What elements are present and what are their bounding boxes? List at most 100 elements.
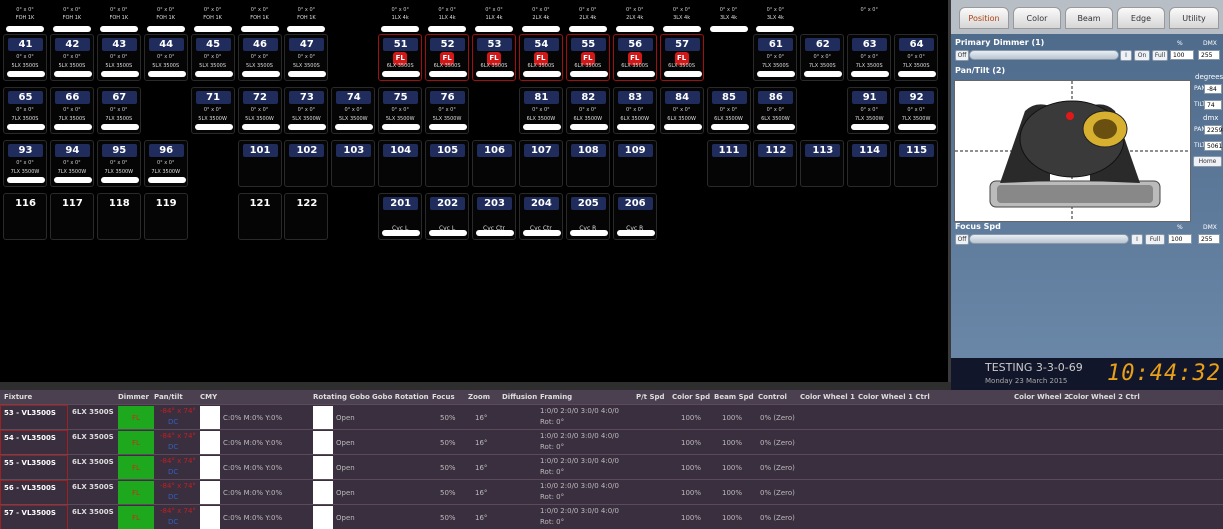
column-header-color-wheel-1[interactable]: Color Wheel 1 <box>800 393 855 401</box>
channel-top-cell[interactable]: 0° x 0° FOH 1K <box>97 3 141 33</box>
channel-cell-91[interactable]: 91 0° x 0° 7LX 3500W <box>847 87 892 134</box>
channel-top-cell[interactable]: 0° x 0° FOH 1K <box>238 3 282 33</box>
column-header-color-wheel-2[interactable]: Color Wheel 2 <box>1014 393 1069 401</box>
channel-cell-205[interactable]: 205 Cyc R <box>565 193 610 240</box>
channel-cell-62[interactable]: 62 0° x 0° 7LX 3500S <box>800 34 845 81</box>
column-header-beam-spd[interactable]: Beam Spd <box>714 393 754 401</box>
tilt-degree-input[interactable]: 74 <box>1204 100 1222 110</box>
channel-top-cell[interactable]: 0° x 0° 2LX 4k <box>613 3 657 33</box>
channel-cell-206[interactable]: 206 Cyc R <box>612 193 657 240</box>
dimmer-on-button[interactable]: On <box>1134 50 1150 61</box>
channel-cell-64[interactable]: 64 0° x 0° 7LX 3500S <box>894 34 939 81</box>
channel-cell-112[interactable]: 112 <box>753 140 798 187</box>
column-header-color-wheel-1-ctrl[interactable]: Color Wheel 1 Ctrl <box>858 393 930 401</box>
channel-cell-108[interactable]: 108 <box>565 140 610 187</box>
channel-cell-109[interactable]: 109 <box>612 140 657 187</box>
tab-utility[interactable]: Utility <box>1169 7 1219 29</box>
channel-cell-63[interactable]: 63 0° x 0° 7LX 3500S <box>847 34 892 81</box>
focus-full-button[interactable]: Full <box>1145 234 1165 245</box>
channel-cell-72[interactable]: 72 0° x 0° 5LX 3500W <box>237 87 282 134</box>
channel-cell-74[interactable]: 74 0° x 0° 5LX 3500W <box>331 87 376 134</box>
channel-cell-202[interactable]: 202 Cyc L <box>425 193 470 240</box>
channel-cell-41[interactable]: 41 0° x 0° 5LX 3500S <box>3 34 47 81</box>
column-header-color-spd[interactable]: Color Spd <box>672 393 710 401</box>
pantilt-cursor[interactable] <box>1066 112 1074 120</box>
column-header-dimmer[interactable]: Dimmer <box>118 393 149 401</box>
table-row[interactable]: 56 - VL3500S 6LX 3500S FL -84° x 74° DC C:0% … <box>0 479 1223 506</box>
channel-cell-76[interactable]: 76 0° x 0° 5LX 3500W <box>425 87 470 134</box>
channel-top-cell[interactable]: 0° x 0° <box>847 3 891 33</box>
dimmer-dmx-input[interactable]: 255 <box>1198 50 1220 60</box>
channel-cell-116[interactable]: 116 <box>3 193 47 240</box>
channel-cell-102[interactable]: 102 <box>284 140 329 187</box>
channel-cell-103[interactable]: 103 <box>331 140 376 187</box>
channel-top-cell[interactable]: 0° x 0° FOH 1K <box>3 3 47 33</box>
tab-position[interactable]: Position <box>959 7 1009 29</box>
channel-cell-51[interactable]: 51 FL DC 6LX 3500S <box>378 34 423 81</box>
channel-top-cell[interactable]: 0° x 0° FOH 1K <box>191 3 235 33</box>
tilt-dmx-input[interactable]: 50611 <box>1204 141 1223 151</box>
column-header-focus[interactable]: Focus <box>432 393 455 401</box>
column-header-color-wheel-2-ctrl[interactable]: Color Wheel 2 Ctrl <box>1068 393 1140 401</box>
channel-top-cell[interactable]: 0° x 0° FOH 1K <box>50 3 94 33</box>
channel-cell-93[interactable]: 93 0° x 0° 7LX 3500W <box>3 140 47 187</box>
channel-cell-201[interactable]: 201 Cyc L <box>378 193 423 240</box>
channel-cell-118[interactable]: 118 <box>96 193 141 240</box>
channel-cell-117[interactable]: 117 <box>49 193 94 240</box>
column-header-diffusion[interactable]: Diffusion <box>502 393 537 401</box>
channel-top-cell[interactable]: 0° x 0° 3LX 4k <box>753 3 797 33</box>
dimmer-slider[interactable] <box>969 50 1119 60</box>
channel-cell-119[interactable]: 119 <box>143 193 188 240</box>
channel-cell-47[interactable]: 47 0° x 0° 5LX 3500S <box>284 34 329 81</box>
column-header-zoom[interactable]: Zoom <box>468 393 490 401</box>
channel-cell-105[interactable]: 105 <box>425 140 470 187</box>
column-header-fixture[interactable]: Fixture <box>4 393 32 401</box>
channel-cell-96[interactable]: 96 0° x 0° 7LX 3500W <box>143 140 188 187</box>
channel-cell-42[interactable]: 42 0° x 0° 5LX 3500S <box>49 34 94 81</box>
dimmer-off-button[interactable]: Off <box>955 50 969 61</box>
channel-cell-113[interactable]: 113 <box>800 140 845 187</box>
channel-cell-121[interactable]: 121 <box>237 193 282 240</box>
focus-off-button[interactable]: Off <box>955 234 969 245</box>
channel-cell-111[interactable]: 111 <box>706 140 751 187</box>
channel-cell-85[interactable]: 85 0° x 0° 6LX 3500W <box>706 87 751 134</box>
channel-cell-73[interactable]: 73 0° x 0° 5LX 3500W <box>284 87 329 134</box>
table-row[interactable]: 53 - VL3500S 6LX 3500S FL -84° x 74° DC C:0% … <box>0 404 1223 431</box>
channel-cell-45[interactable]: 45 0° x 0° 5LX 3500S <box>190 34 235 81</box>
pan-dmx-input[interactable]: 22598 <box>1204 125 1223 135</box>
channel-cell-52[interactable]: 52 FL DC 6LX 3500S <box>425 34 470 81</box>
channel-cell-204[interactable]: 204 Cyc Ctr <box>518 193 563 240</box>
channel-cell-107[interactable]: 107 <box>518 140 563 187</box>
column-header-p-t-spd[interactable]: P/t Spd <box>636 393 665 401</box>
focus-i-button[interactable]: I <box>1131 234 1143 245</box>
channel-cell-55[interactable]: 55 FL DC 6LX 3500S <box>565 34 610 81</box>
channel-cell-104[interactable]: 104 <box>378 140 423 187</box>
dimmer-percent-input[interactable]: 100 <box>1170 50 1194 60</box>
channel-cell-75[interactable]: 75 0° x 0° 5LX 3500W <box>378 87 423 134</box>
channel-cell-203[interactable]: 203 Cyc Ctr <box>472 193 516 240</box>
channel-cell-46[interactable]: 46 0° x 0° 5LX 3500S <box>237 34 282 81</box>
pantilt-pad[interactable] <box>954 80 1191 222</box>
channel-cell-94[interactable]: 94 0° x 0° 7LX 3500W <box>49 140 94 187</box>
focus-dmx-input[interactable]: 255 <box>1198 234 1220 244</box>
channel-cell-56[interactable]: 56 FL DC 6LX 3500S <box>612 34 657 81</box>
channel-cell-114[interactable]: 114 <box>847 140 892 187</box>
channel-top-cell[interactable]: 0° x 0° 2LX 4k <box>519 3 563 33</box>
channel-cell-81[interactable]: 81 0° x 0° 6LX 3500W <box>518 87 563 134</box>
channel-top-cell[interactable]: 0° x 0° 3LX 4k <box>660 3 704 33</box>
channel-cell-122[interactable]: 122 <box>284 193 329 240</box>
channel-top-cell[interactable]: 0° x 0° FOH 1K <box>144 3 188 33</box>
column-header-rotating-gobo[interactable]: Rotating Gobo <box>313 393 370 401</box>
focus-percent-input[interactable]: 100 <box>1168 234 1192 244</box>
pan-degree-input[interactable]: -84 <box>1204 84 1222 94</box>
channel-cell-82[interactable]: 82 0° x 0° 6LX 3500W <box>565 87 610 134</box>
channel-cell-83[interactable]: 83 0° x 0° 6LX 3500W <box>612 87 657 134</box>
channel-cell-67[interactable]: 67 0° x 0° 7LX 3500S <box>96 87 141 134</box>
column-header-framing[interactable]: Framing <box>540 393 572 401</box>
column-header-control[interactable]: Control <box>758 393 787 401</box>
channel-cell-115[interactable]: 115 <box>894 140 939 187</box>
channel-cell-54[interactable]: 54 FL DC 6LX 3500S <box>518 34 563 81</box>
channel-cell-106[interactable]: 106 <box>472 140 516 187</box>
channel-top-cell[interactable]: 0° x 0° 1LX 4k <box>378 3 422 33</box>
horizontal-splitter[interactable] <box>0 382 951 390</box>
